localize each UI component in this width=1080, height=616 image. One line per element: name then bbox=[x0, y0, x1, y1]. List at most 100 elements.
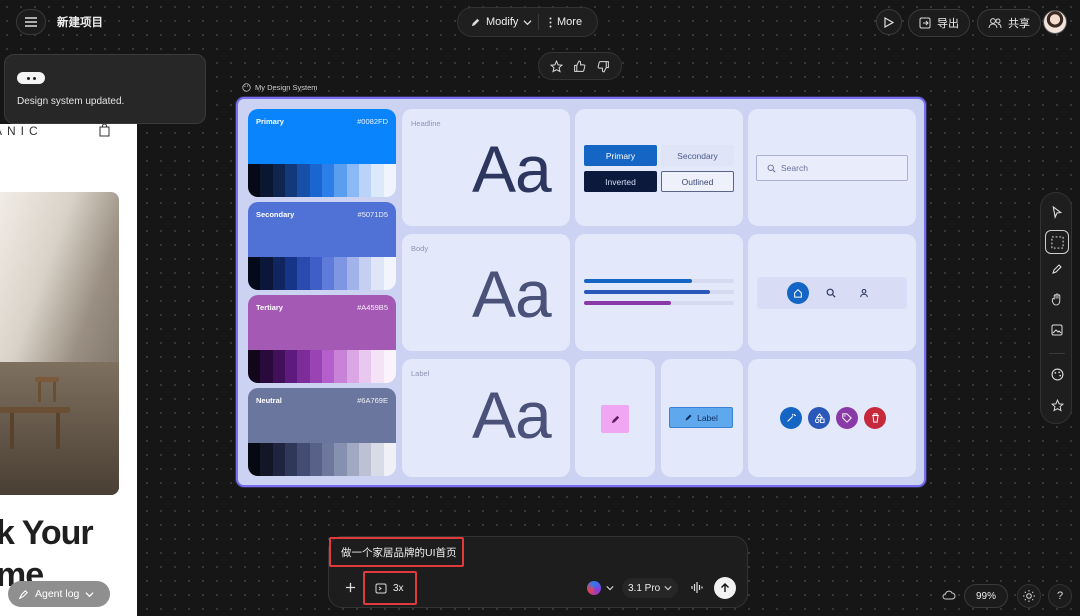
menu-button[interactable] bbox=[16, 9, 46, 35]
multiplier-button[interactable]: 3x bbox=[363, 571, 417, 605]
star-icon[interactable] bbox=[550, 59, 564, 73]
shade-cell bbox=[272, 164, 285, 197]
primary-button-sample[interactable]: Primary bbox=[584, 145, 657, 166]
cloud-icon[interactable] bbox=[942, 590, 956, 600]
play-button[interactable] bbox=[876, 9, 902, 35]
shade-cell bbox=[321, 350, 335, 383]
delete-button[interactable] bbox=[864, 407, 886, 429]
shade-cell bbox=[358, 443, 372, 476]
model-selector[interactable]: 3.1 Pro bbox=[622, 578, 679, 598]
modify-button[interactable]: Modify bbox=[458, 16, 538, 28]
pan-tool[interactable] bbox=[1048, 290, 1066, 308]
toolbar-divider bbox=[1049, 353, 1065, 354]
shade-strip bbox=[248, 443, 396, 476]
type-card-label[interactable]: Label Aa bbox=[402, 359, 570, 477]
chip-label: Label bbox=[697, 412, 718, 423]
edit-fab[interactable] bbox=[601, 405, 629, 433]
outlined-button-sample[interactable]: Outlined bbox=[661, 171, 734, 192]
prompt-input[interactable]: 做一个家居品牌的UI首页 bbox=[329, 537, 464, 567]
right-toolbar bbox=[1040, 192, 1072, 424]
inverted-button-sample[interactable]: Inverted bbox=[584, 171, 657, 192]
shade-cell bbox=[248, 443, 261, 476]
home-icon bbox=[794, 288, 802, 298]
nav-card bbox=[748, 234, 916, 351]
help-button[interactable]: ? bbox=[1048, 584, 1072, 608]
shade-cell bbox=[284, 350, 298, 383]
shade-cell bbox=[358, 257, 372, 290]
color-swatch-primary[interactable]: Primary #0082FD bbox=[248, 109, 396, 197]
shade-cell bbox=[383, 350, 396, 383]
zoom-level[interactable]: 99% bbox=[964, 584, 1008, 608]
chevron-down-icon bbox=[664, 586, 672, 591]
export-label: 导出 bbox=[937, 18, 959, 30]
color-swatch-secondary[interactable]: Secondary #5071D5 bbox=[248, 202, 396, 290]
shade-cell bbox=[383, 164, 396, 197]
export-button[interactable]: 导出 bbox=[908, 9, 970, 37]
palette-icon bbox=[1051, 368, 1063, 380]
magic-wand-button[interactable] bbox=[780, 407, 802, 429]
palette-icon bbox=[242, 83, 251, 92]
theme-tool[interactable] bbox=[1048, 365, 1066, 383]
tag-icon bbox=[842, 413, 852, 423]
shade-cell bbox=[334, 164, 347, 197]
label-chip[interactable]: Label bbox=[669, 407, 733, 428]
color-picker-button[interactable] bbox=[587, 581, 614, 595]
type-card-headline[interactable]: Headline Aa bbox=[402, 109, 570, 226]
design-system-board[interactable]: Primary #0082FD Secondary #5071D5 Tertiary #A… bbox=[236, 97, 926, 487]
more-button[interactable]: More bbox=[539, 16, 582, 28]
shade-strip bbox=[248, 164, 396, 197]
shade-cell bbox=[383, 443, 396, 476]
shapes-icon bbox=[814, 412, 825, 423]
more-vertical-icon bbox=[549, 17, 552, 27]
chevron-down-icon bbox=[523, 19, 532, 25]
agent-log-button[interactable]: Agent log bbox=[8, 581, 110, 607]
search-card: Search bbox=[748, 109, 916, 226]
thumbs-up-icon[interactable] bbox=[573, 60, 586, 73]
shade-cell bbox=[284, 164, 298, 197]
shade-cell bbox=[321, 257, 335, 290]
shade-cell bbox=[371, 443, 384, 476]
swatch-name: Primary bbox=[256, 117, 284, 126]
theme-toggle-button[interactable] bbox=[1017, 584, 1041, 608]
thumbs-down-icon[interactable] bbox=[597, 60, 610, 73]
search-icon[interactable] bbox=[826, 288, 836, 298]
avatar[interactable] bbox=[1043, 10, 1067, 34]
draw-tool[interactable] bbox=[1048, 260, 1066, 278]
project-title: 新建项目 bbox=[57, 17, 103, 29]
progress-card bbox=[575, 234, 743, 351]
pencil-icon bbox=[1052, 264, 1062, 274]
favorites-tool[interactable] bbox=[1048, 396, 1066, 414]
type-label-body: Body bbox=[411, 244, 429, 253]
add-icon[interactable] bbox=[345, 582, 356, 593]
shade-cell bbox=[371, 257, 384, 290]
shade-cell bbox=[309, 350, 322, 383]
image-icon bbox=[1051, 324, 1063, 336]
shopping-bag-icon[interactable] bbox=[99, 124, 110, 137]
shade-cell bbox=[260, 257, 273, 290]
shade-cell bbox=[346, 257, 359, 290]
select-tool[interactable] bbox=[1048, 203, 1066, 221]
brand-wordmark: ANIC bbox=[0, 124, 43, 138]
color-swatch-neutral[interactable]: Neutral #6A769E bbox=[248, 388, 396, 476]
person-icon[interactable] bbox=[859, 288, 869, 298]
voice-icon[interactable] bbox=[691, 582, 703, 593]
tag-button[interactable] bbox=[836, 407, 858, 429]
type-card-body[interactable]: Body Aa bbox=[402, 234, 570, 351]
image-tool[interactable] bbox=[1048, 321, 1066, 339]
search-field-sample[interactable]: Search bbox=[756, 155, 908, 181]
shade-cell bbox=[272, 443, 285, 476]
color-dot bbox=[587, 581, 601, 595]
share-button[interactable]: 共享 bbox=[977, 9, 1041, 37]
send-button[interactable] bbox=[714, 577, 736, 599]
swatch-hex: #6A769E bbox=[357, 396, 388, 405]
aa-body: Aa bbox=[472, 257, 552, 331]
frames-icon bbox=[375, 583, 387, 593]
secondary-button-sample[interactable]: Secondary bbox=[661, 145, 734, 166]
shapes-button[interactable] bbox=[808, 407, 830, 429]
home-nav-item[interactable] bbox=[787, 282, 809, 304]
color-swatch-tertiary[interactable]: Tertiary #A459B5 bbox=[248, 295, 396, 383]
shade-cell bbox=[334, 443, 347, 476]
hand-icon bbox=[1051, 292, 1061, 306]
swatch-hex: #0082FD bbox=[357, 117, 388, 126]
marquee-tool[interactable] bbox=[1045, 230, 1069, 254]
